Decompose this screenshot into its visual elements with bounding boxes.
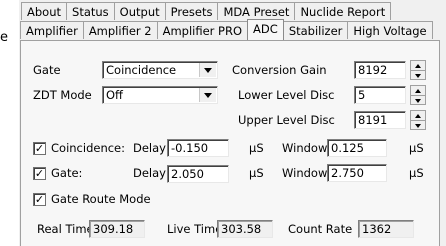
spin-down-icon[interactable] — [411, 121, 425, 130]
zdt-mode-value: Off — [106, 88, 123, 102]
tab-nuclide-report[interactable]: Nuclide Report — [294, 2, 392, 20]
count-rate-value: 1362 — [358, 220, 414, 238]
live-time-label: Live Time — [167, 222, 223, 236]
coincidence-delay-input[interactable]: -0.150 — [167, 139, 229, 157]
partial-text: e — [0, 30, 8, 45]
spin-up-icon[interactable] — [411, 61, 425, 71]
chevron-down-icon[interactable] — [199, 63, 216, 77]
tab-row-back: About Status Output Presets MDA Preset N… — [21, 2, 392, 21]
upper-level-disc-spinner[interactable] — [410, 110, 426, 130]
tab-about[interactable]: About — [21, 2, 68, 20]
zdt-mode-label: ZDT Mode — [33, 88, 92, 102]
spin-down-icon[interactable] — [411, 96, 425, 105]
tab-stabilizer[interactable]: Stabilizer — [282, 21, 349, 39]
tab-status[interactable]: Status — [66, 2, 115, 20]
tab-mda-preset[interactable]: MDA Preset — [217, 2, 296, 20]
conversion-gain-label: Conversion Gain — [232, 63, 327, 77]
conversion-gain-spinner[interactable] — [410, 60, 426, 80]
gate-select[interactable]: Coincidence — [102, 61, 218, 79]
count-rate-label: Count Rate — [288, 222, 353, 236]
gate-checkbox[interactable]: ✓ — [33, 167, 46, 180]
tab-amplifier-pro[interactable]: Amplifier PRO — [156, 21, 249, 39]
spin-down-icon[interactable] — [411, 71, 425, 80]
upper-level-disc-input[interactable]: 8191 — [354, 111, 406, 129]
coincidence-delay-unit: µS — [249, 141, 264, 155]
coincidence-delay-label: Delay — [133, 141, 166, 155]
gate-delay-input[interactable]: 2.050 — [167, 165, 229, 183]
gate-select-value: Coincidence — [106, 63, 177, 77]
tab-high-voltage[interactable]: High Voltage — [347, 21, 433, 39]
spin-up-icon[interactable] — [411, 111, 425, 121]
tab-presets[interactable]: Presets — [164, 2, 219, 20]
zdt-mode-select[interactable]: Off — [102, 86, 218, 104]
live-time-value: 303.58 — [217, 220, 273, 238]
coincidence-label: Coincidence: — [51, 141, 126, 155]
tab-amplifier-2[interactable]: Amplifier 2 — [82, 21, 158, 39]
gate-row-label: Gate: — [51, 166, 83, 180]
conversion-gain-input[interactable]: 8192 — [354, 61, 406, 79]
gate-route-label: Gate Route Mode — [51, 192, 151, 206]
lower-level-disc-label: Lower Level Disc — [238, 88, 335, 102]
real-time-label: Real Time — [37, 222, 94, 236]
gate-window-unit: µS — [409, 166, 424, 180]
spin-up-icon[interactable] — [411, 86, 425, 96]
upper-level-disc-label: Upper Level Disc — [238, 113, 335, 127]
coincidence-checkbox[interactable]: ✓ — [33, 142, 46, 155]
gate-label: Gate — [33, 63, 61, 77]
gate-route-checkbox[interactable]: ✓ — [33, 193, 46, 206]
chevron-down-icon[interactable] — [199, 88, 216, 102]
lower-level-disc-spinner[interactable] — [410, 85, 426, 105]
gate-delay-unit: µS — [249, 166, 264, 180]
real-time-value: 309.18 — [89, 220, 145, 238]
tab-amplifier[interactable]: Amplifier — [20, 21, 84, 39]
coincidence-window-label: Window — [282, 141, 328, 155]
coincidence-window-unit: µS — [409, 141, 424, 155]
gate-window-label: Window — [282, 166, 328, 180]
tab-adc[interactable]: ADC — [247, 19, 284, 40]
tab-output[interactable]: Output — [113, 2, 166, 20]
gate-delay-label: Delay — [133, 166, 166, 180]
coincidence-window-input[interactable]: 0.125 — [327, 139, 387, 157]
lower-level-disc-input[interactable]: 5 — [354, 86, 406, 104]
gate-window-input[interactable]: 2.750 — [327, 164, 387, 182]
tab-row-front: Amplifier Amplifier 2 Amplifier PRO ADC … — [20, 19, 433, 40]
